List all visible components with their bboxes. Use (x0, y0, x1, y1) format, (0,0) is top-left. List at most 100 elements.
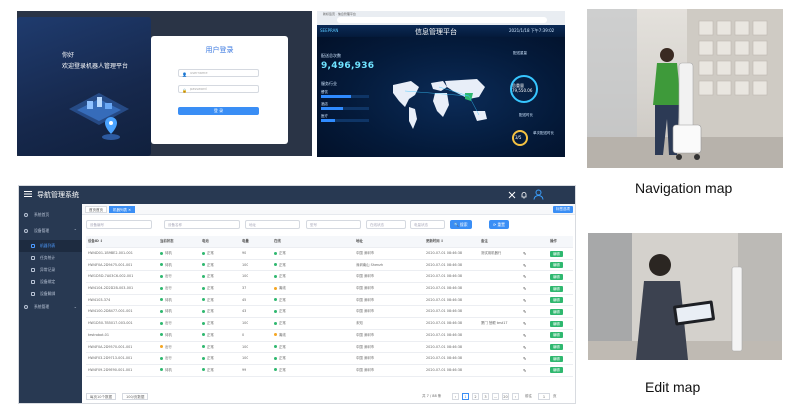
table-row[interactable]: HW4103-374 待机 正常 45 正常 中国 深圳市 2020-07-01 08:46… (86, 295, 573, 307)
column-header[interactable]: 设备ID ↕ (88, 236, 103, 247)
edit-icon[interactable]: ✎ (523, 251, 526, 256)
page-button[interactable]: › (512, 393, 519, 400)
model-filter[interactable]: 型号 (306, 220, 361, 229)
cell-edit[interactable]: ✎ (523, 330, 526, 341)
cell-op[interactable]: 编辑 (550, 330, 563, 341)
column-header[interactable]: 操作 (550, 236, 557, 247)
sidebar-item[interactable]: 机器列表 (19, 240, 82, 252)
address-filter[interactable]: 地址 (245, 220, 300, 229)
edit-icon[interactable]: ✎ (523, 309, 526, 314)
page-size-select[interactable]: 每页10个数据 (86, 393, 116, 400)
table-row[interactable]: HW4F0A-2D9570-001-001 出行 正常 100 正常 中国 深圳市 2020… (86, 342, 573, 354)
table-row[interactable]: HW4F03-2D9713-001-001 出行 正常 100 正常 中国 深圳市 2020… (86, 353, 573, 365)
cell-op[interactable]: 编辑 (550, 306, 563, 317)
cell-edit[interactable]: ✎ (523, 260, 526, 271)
edit-button[interactable]: 编辑 (550, 308, 563, 315)
edit-icon[interactable]: ✎ (523, 345, 526, 350)
cell-edit[interactable]: ✎ (523, 283, 526, 294)
column-header[interactable]: 更新时间 ↕ (426, 236, 444, 247)
cell-op[interactable]: 编辑 (550, 365, 563, 376)
edit-icon[interactable]: ✎ (523, 274, 526, 279)
edit-button[interactable]: 编辑 (550, 344, 563, 350)
edit-icon[interactable]: ✎ (523, 286, 526, 291)
user-avatar-icon[interactable] (533, 189, 544, 200)
column-header[interactable]: 在线 (274, 236, 281, 247)
page-button[interactable]: 3 (482, 393, 489, 400)
device-name-filter[interactable]: 设备名称 (164, 220, 240, 229)
edit-icon[interactable]: ✎ (523, 356, 526, 361)
page-button[interactable]: 1 (462, 393, 469, 400)
edit-button[interactable]: 编辑 (550, 285, 563, 292)
sidebar-item[interactable]: 系统首页 (19, 208, 82, 222)
table-row[interactable]: HW4D01-1B9BE2-001-001 待机 正常 90 正常 中国 深圳市 2020-… (86, 248, 573, 260)
table-row[interactable]: HW4100-2D8477-001-001 待机 正常 43 正常 中国 深圳市 2020-… (86, 306, 573, 319)
login-button[interactable]: 登 录 (178, 107, 259, 115)
edit-icon[interactable]: ✎ (523, 333, 526, 338)
column-header[interactable]: 当前状态 (160, 236, 174, 247)
cell-op[interactable]: 编辑 (550, 271, 563, 282)
column-header[interactable]: 备注 (481, 236, 488, 247)
table-row[interactable]: testrobot-01 待机 正常 0 离线 中国 深圳市 2020-07-01 08:4… (86, 330, 573, 342)
cell-op[interactable]: 编辑 (550, 353, 563, 364)
goto-page-input[interactable]: 1 (538, 393, 550, 400)
table-row[interactable]: HW4104-2D2D2B-003-001 出行 正常 37 离线 中国 深圳市 2020-… (86, 283, 573, 295)
page-button[interactable]: … (492, 393, 499, 400)
battery-status-filter[interactable]: 电量状态 (410, 220, 445, 229)
page-button[interactable]: 20 (502, 393, 509, 400)
tab-home[interactable]: 首页首页 (85, 206, 107, 213)
browser-address-bar[interactable] (337, 17, 547, 23)
cell-op[interactable]: 编辑 (550, 318, 563, 329)
sidebar-item[interactable]: 设备管理 ⌃ (19, 224, 82, 238)
tab-options-button[interactable]: 标签选项 (553, 206, 573, 213)
cell-edit[interactable]: ✎ (523, 318, 526, 329)
edit-button[interactable]: 编辑 (550, 355, 563, 362)
cell-edit[interactable]: ✎ (523, 295, 526, 306)
browser-tabs[interactable]: 新标签页 · 信息管理平台 (323, 12, 356, 16)
device-id-filter[interactable]: 设备编号 (86, 220, 152, 229)
edit-button[interactable]: 编辑 (550, 297, 563, 304)
table-row[interactable]: HW4F09-2D9E90-001-001 待机 正常 99 正常 中国 深圳市 2020-… (86, 365, 573, 377)
edit-button[interactable]: 编辑 (550, 262, 563, 269)
edit-button[interactable]: 编辑 (550, 273, 563, 280)
bell-icon[interactable] (520, 191, 528, 199)
username-field[interactable]: 👤 username (178, 69, 259, 77)
edit-icon[interactable]: ✎ (523, 298, 526, 303)
column-header[interactable]: 电池 (202, 236, 209, 247)
sidebar-item[interactable]: 任务统计 (19, 252, 82, 264)
edit-button[interactable]: 编辑 (550, 250, 563, 257)
cell-edit[interactable]: ✎ (523, 271, 526, 282)
column-header[interactable]: 电量 (242, 236, 249, 247)
page-button[interactable]: ‹ (452, 393, 459, 400)
sidebar-item[interactable]: 设备解绑 (19, 288, 82, 300)
reset-button[interactable]: ⟳ 重置 (489, 220, 509, 229)
column-header[interactable]: 地址 (356, 236, 363, 247)
edit-icon[interactable]: ✎ (523, 263, 526, 268)
cell-op[interactable]: 编辑 (550, 295, 563, 306)
cell-op[interactable]: 编辑 (550, 342, 563, 353)
search-button[interactable]: 🔍 搜索 (450, 220, 472, 229)
password-field[interactable]: 🔒 password (178, 85, 259, 93)
table-row[interactable]: HW1D5D-7A03C6-002-001 出行 正常 100 正常 中国 深圳市 2020… (86, 271, 573, 284)
sidebar-item[interactable]: 异常记录 (19, 264, 82, 276)
sort-select[interactable]: 100/页数据 (122, 393, 149, 400)
cell-edit[interactable]: ✎ (523, 248, 526, 259)
cell-op[interactable]: 编辑 (550, 248, 563, 259)
table-row[interactable]: HW1D50-7B5017-003-001 出行 正常 100 正常 未知 2020-07-… (86, 318, 573, 330)
edit-icon[interactable]: ✎ (523, 321, 526, 326)
tab-robot-list[interactable]: 机器列表 ✕ (109, 206, 136, 213)
menu-icon[interactable] (24, 190, 32, 198)
edit-icon[interactable]: ✎ (523, 368, 526, 373)
cell-edit[interactable]: ✎ (523, 365, 526, 376)
cell-edit[interactable]: ✎ (523, 306, 526, 317)
online-status-filter[interactable]: 在线状态 (366, 220, 406, 229)
page-button[interactable]: 2 (472, 393, 479, 400)
edit-button[interactable]: 编辑 (550, 332, 563, 339)
sidebar-item[interactable]: 设备绑定 (19, 276, 82, 288)
cell-op[interactable]: 编辑 (550, 260, 563, 271)
fullscreen-icon[interactable] (508, 191, 516, 199)
table-row[interactable]: HW4F0A-2D9475-001-001 待机 正常 100 正常 深圳南山 Shenz… (86, 260, 573, 272)
edit-button[interactable]: 编辑 (550, 367, 563, 374)
sidebar-item[interactable]: 系统管理 ⌄ (19, 300, 82, 314)
edit-button[interactable]: 编辑 (550, 320, 563, 327)
cell-edit[interactable]: ✎ (523, 342, 526, 353)
